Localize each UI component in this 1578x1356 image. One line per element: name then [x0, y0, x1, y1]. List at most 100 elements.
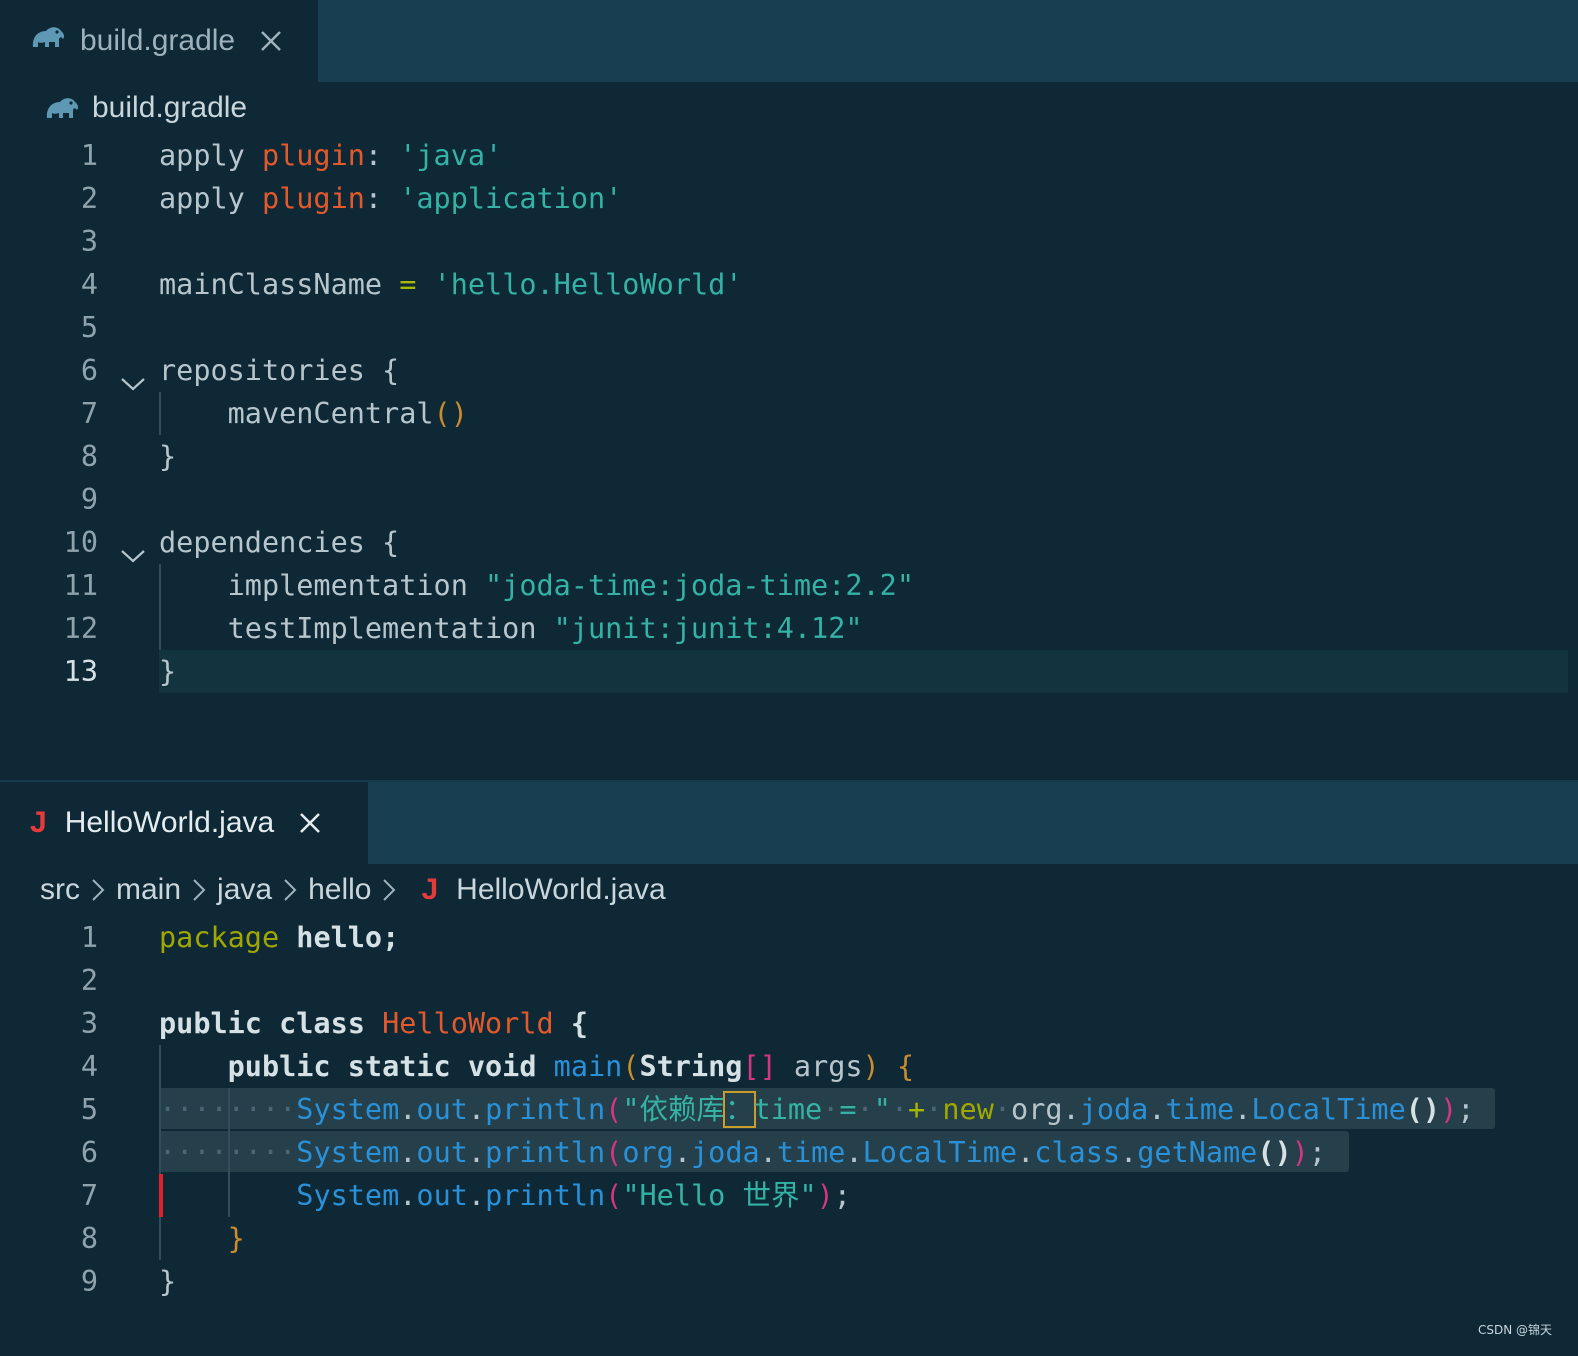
code-line[interactable]: 9 — [0, 478, 1578, 521]
code-token: apply — [159, 139, 262, 172]
java-file-icon: J — [421, 873, 439, 906]
line-number: 1 — [80, 139, 98, 172]
code-token: · — [856, 1093, 874, 1126]
indent-guide — [159, 392, 161, 435]
java-editor-pane: J HelloWorld.java src main java hello J Hello… — [0, 782, 1578, 1356]
code-token: ( — [605, 1136, 623, 1169]
code-token: ( — [622, 1050, 640, 1083]
close-icon[interactable] — [257, 27, 285, 55]
code-line[interactable]: 10 dependencies { — [0, 521, 1578, 564]
code-token: joda — [1079, 1093, 1149, 1126]
code-line[interactable]: 4 mainClassName = 'hello.HelloWorld' — [0, 263, 1578, 306]
code-text: apply plugin: 'application' — [159, 177, 622, 220]
code-token: time — [1165, 1093, 1235, 1126]
line-number: 12 — [63, 612, 98, 645]
code-editor[interactable]: 1 apply plugin: 'java' 2 apply plugin: 'app… — [0, 134, 1578, 780]
code-token: plugin — [261, 182, 365, 215]
code-line[interactable]: 3 public class HelloWorld { — [0, 1002, 1578, 1045]
code-text: public class HelloWorld { — [159, 1002, 588, 1045]
code-line[interactable]: 7 System.out.println("Hello 世界"); — [0, 1174, 1578, 1217]
code-line[interactable]: 5 ········System.out.println("依赖库：time·=·… — [0, 1088, 1578, 1131]
gradle-editor-pane: build.gradle build.gradle 1 apply plugin:… — [0, 0, 1578, 780]
code-line[interactable]: 2 apply plugin: 'application' — [0, 177, 1578, 220]
line-number: 10 — [63, 526, 98, 559]
breadcrumb-item-file[interactable]: J HelloWorld.java — [407, 873, 665, 907]
code-token: String — [639, 1050, 743, 1083]
code-token: println — [485, 1136, 606, 1169]
indent-guide — [159, 1045, 161, 1260]
breadcrumb: build.gradle — [44, 82, 247, 134]
code-token: main — [553, 1050, 623, 1083]
code-line[interactable]: 8 } — [0, 1217, 1578, 1260]
breadcrumb-item-java[interactable]: java — [217, 873, 272, 907]
code-text: } — [159, 1260, 176, 1303]
breadcrumb-item-src[interactable]: src — [40, 873, 80, 907]
breadcrumb-item-file[interactable]: build.gradle — [44, 91, 247, 125]
line-number: 2 — [80, 182, 98, 215]
code-token: . — [845, 1136, 863, 1169]
code-line[interactable]: 13} — [0, 650, 1578, 693]
code-editor[interactable]: 1 package hello; 2 3 public class HelloWorld… — [0, 916, 1578, 1356]
code-token: ; — [1308, 1136, 1326, 1169]
code-text: implementation "joda-time:joda-time:2.2" — [159, 564, 914, 607]
code-line[interactable]: 6 ········System.out.println(org.joda.tim… — [0, 1131, 1578, 1174]
code-text: } — [159, 650, 176, 693]
code-line[interactable]: 4 public static void main(String[] args)… — [0, 1045, 1578, 1088]
code-token: = — [399, 268, 417, 301]
close-icon[interactable] — [296, 809, 324, 837]
line-number: 7 — [80, 1179, 98, 1212]
line-number: 6 — [80, 1136, 98, 1169]
code-token: HelloWorld — [382, 1007, 554, 1040]
line-number: 1 — [80, 921, 98, 954]
code-line[interactable]: 6 repositories { — [0, 349, 1578, 392]
breadcrumb-item-hello[interactable]: hello — [308, 873, 371, 907]
code-line[interactable]: 9} — [0, 1260, 1578, 1303]
code-token: . — [1120, 1136, 1138, 1169]
code-token: LocalTime — [1251, 1093, 1406, 1126]
code-token: joda — [691, 1136, 760, 1169]
code-line[interactable]: 11 implementation "joda-time:joda-time:2… — [0, 564, 1578, 607]
tab-build-gradle[interactable]: build.gradle — [0, 0, 318, 82]
chevron-right-icon — [90, 877, 106, 903]
code-token: · — [822, 1093, 840, 1126]
line-number: 9 — [80, 483, 98, 516]
code-token: { — [570, 1007, 588, 1040]
code-token: () — [433, 397, 468, 430]
code-token: . — [1017, 1136, 1035, 1169]
code-token: ) — [862, 1050, 880, 1083]
code-token: · — [993, 1093, 1012, 1126]
code-line[interactable]: 1 package hello; — [0, 916, 1578, 959]
code-token: } — [159, 440, 177, 473]
code-line[interactable]: 7 mavenCentral() — [0, 392, 1578, 435]
code-line[interactable]: 5 — [0, 306, 1578, 349]
code-token: getName — [1137, 1136, 1258, 1169]
code-line[interactable]: 2 — [0, 959, 1578, 1002]
code-line[interactable]: 12 testImplementation "junit:junit:4.12" — [0, 607, 1578, 650]
code-token: · — [890, 1093, 909, 1126]
code-token: implementation — [159, 569, 486, 602]
breadcrumb: src main java hello J HelloWorld.java — [40, 864, 666, 916]
gradle-elephant-icon — [44, 94, 80, 122]
line-number: 5 — [80, 1093, 98, 1126]
chevron-down-icon[interactable] — [120, 534, 146, 563]
code-line[interactable]: 3 — [0, 220, 1578, 263]
chevron-down-icon[interactable] — [120, 362, 146, 391]
code-token: println — [485, 1179, 606, 1212]
line-number: 4 — [80, 268, 98, 301]
code-text: testImplementation "junit:junit:4.12" — [159, 607, 863, 650]
code-line[interactable]: 8} — [0, 435, 1578, 478]
tab-helloworld-java[interactable]: J HelloWorld.java — [0, 782, 368, 864]
breadcrumb-item-main[interactable]: main — [116, 873, 181, 907]
code-token: [] — [742, 1050, 777, 1083]
breadcrumb-file-label: HelloWorld.java — [456, 873, 666, 906]
chevron-right-icon — [381, 877, 397, 903]
code-token: "Hello 世界" — [622, 1179, 817, 1212]
code-token: ) — [1291, 1136, 1309, 1169]
code-text: apply plugin: 'java' — [159, 134, 502, 177]
code-token: . — [1234, 1093, 1252, 1126]
code-line[interactable]: 1 apply plugin: 'java' — [0, 134, 1578, 177]
code-token: args — [776, 1050, 863, 1083]
code-token: out — [416, 1093, 468, 1126]
code-token: · — [925, 1093, 943, 1126]
